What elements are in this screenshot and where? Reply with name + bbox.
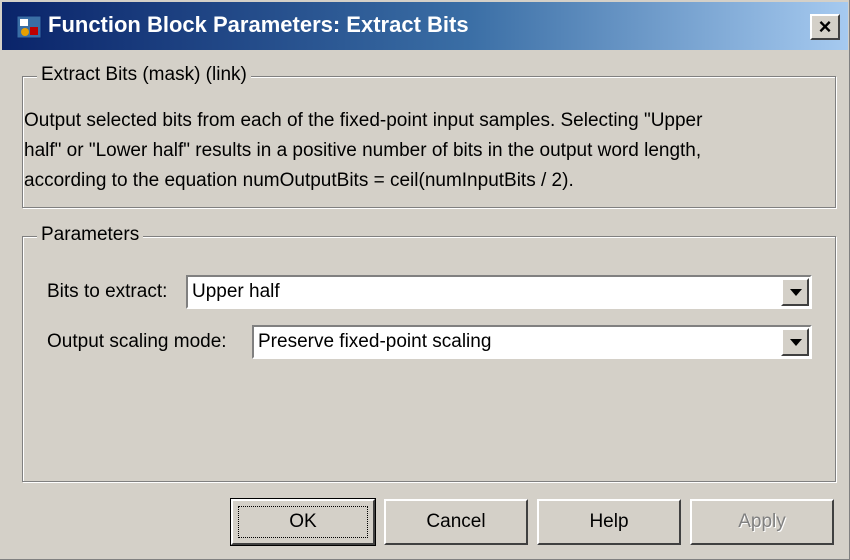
description-line: half" or "Lower half" results in a posit… (24, 140, 702, 161)
output-scaling-mode-select[interactable]: Preserve fixed-point scaling (252, 325, 812, 359)
close-button[interactable]: × (810, 14, 840, 40)
output-scaling-mode-label: Output scaling mode: (47, 331, 227, 352)
chevron-down-icon[interactable] (781, 328, 809, 356)
apply-button-label: Apply (738, 511, 786, 532)
simulink-block-icon (16, 15, 42, 39)
parameters-group: Parameters (22, 224, 836, 482)
title-bar[interactable]: Function Block Parameters: Extract Bits … (2, 2, 848, 50)
help-button-label: Help (589, 511, 629, 532)
window-title: Function Block Parameters: Extract Bits (48, 12, 469, 37)
ok-button[interactable]: OK (230, 498, 376, 546)
bits-to-extract-value: Upper half (192, 281, 280, 302)
description-line: according to the equation numOutputBits … (24, 170, 574, 191)
description-legend: Extract Bits (mask) (link) (37, 64, 251, 86)
parameters-legend: Parameters (37, 224, 144, 246)
bits-to-extract-select[interactable]: Upper half (186, 275, 812, 309)
description-line: Output selected bits from each of the fi… (24, 110, 703, 131)
dialog-window: Function Block Parameters: Extract Bits … (0, 0, 850, 560)
help-button[interactable]: Help (537, 499, 681, 545)
bits-to-extract-label: Bits to extract: (47, 281, 168, 302)
output-scaling-mode-value: Preserve fixed-point scaling (258, 331, 492, 352)
focus-ring (238, 506, 368, 538)
cancel-button-label: Cancel (426, 511, 486, 532)
apply-button[interactable]: Apply (690, 499, 834, 545)
description-text: Output selected bits from each of the fi… (24, 106, 814, 196)
cancel-button[interactable]: Cancel (384, 499, 528, 545)
close-icon: × (818, 14, 832, 39)
chevron-down-icon[interactable] (781, 278, 809, 306)
